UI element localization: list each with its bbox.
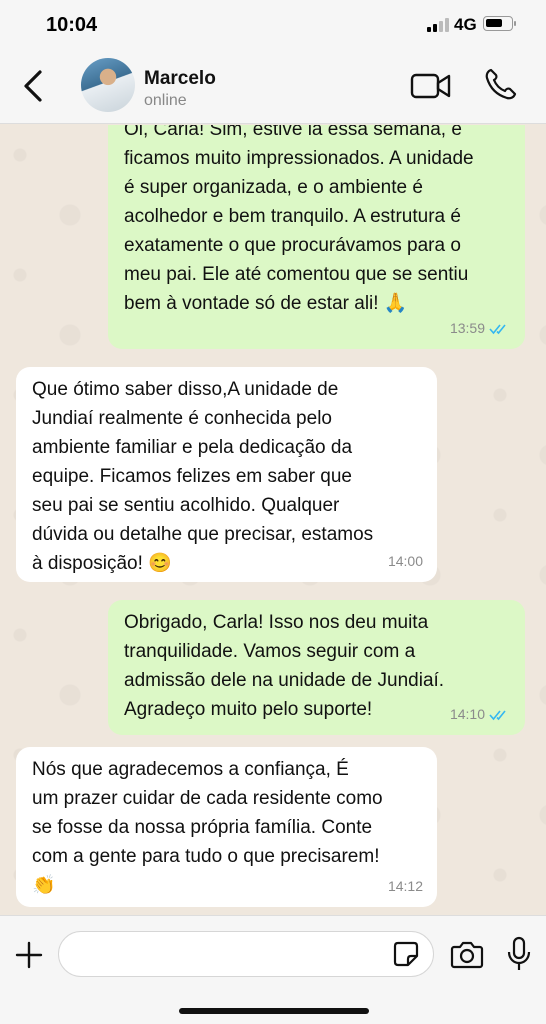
message-bubble-incoming[interactable]: Que ótimo saber disso,A unidade de Jundi… xyxy=(16,367,437,582)
contact-status: online xyxy=(144,92,187,109)
message-text: Que ótimo saber disso,A unidade de Jundi… xyxy=(32,379,374,574)
double-check-icon xyxy=(489,709,506,720)
contact-name[interactable]: Marcelo xyxy=(144,68,216,90)
attach-button[interactable] xyxy=(14,940,44,970)
message-meta: 14:12 xyxy=(388,872,423,901)
signal-strength-icon xyxy=(427,18,451,32)
message-time: 14:10 xyxy=(449,706,485,722)
sticker-icon xyxy=(393,941,419,967)
sticker-button[interactable] xyxy=(392,940,420,968)
message-meta: 14:10 xyxy=(450,700,511,729)
microphone-icon xyxy=(507,936,531,970)
chevron-left-icon xyxy=(24,70,42,102)
message-composer xyxy=(0,915,546,1024)
battery-icon xyxy=(483,16,516,31)
phone-icon xyxy=(485,68,517,100)
network-type: 4G xyxy=(454,15,477,34)
message-bubble-outgoing[interactable]: Obrigado, Carla! Isso nos deu muita tran… xyxy=(108,600,525,735)
message-bubble-outgoing[interactable]: Oi, Carla! Sim, estive lá essa semana, e… xyxy=(108,125,525,349)
back-button[interactable] xyxy=(18,68,48,104)
chat-header: Marcelo online xyxy=(0,52,546,124)
plus-icon xyxy=(15,941,43,969)
message-text: Nós que agradecemos a confiança, É um pr… xyxy=(32,759,383,896)
status-bar: 10:04 4G xyxy=(0,0,546,52)
camera-button[interactable] xyxy=(450,939,484,969)
home-indicator xyxy=(179,1008,369,1014)
video-call-button[interactable] xyxy=(410,70,452,102)
message-list[interactable]: Oi, Carla! Sim, estive lá essa semana, e… xyxy=(0,125,546,915)
message-time: 13:59 xyxy=(449,320,485,336)
message-meta: 14:00 xyxy=(388,547,423,576)
message-time: 14:12 xyxy=(387,878,423,894)
voice-call-button[interactable] xyxy=(483,66,519,102)
camera-icon xyxy=(450,941,484,969)
microphone-button[interactable] xyxy=(506,936,532,972)
message-input[interactable] xyxy=(58,931,434,977)
status-time: 10:04 xyxy=(46,14,98,36)
message-bubble-incoming[interactable]: Nós que agradecemos a confiança, É um pr… xyxy=(16,747,437,907)
video-camera-icon xyxy=(410,73,451,99)
message-meta: 13:59 xyxy=(450,314,511,343)
double-check-icon xyxy=(489,323,506,334)
message-time: 14:00 xyxy=(387,553,423,569)
avatar[interactable] xyxy=(81,58,135,112)
message-text: Oi, Carla! Sim, estive lá essa semana, e… xyxy=(124,125,474,314)
